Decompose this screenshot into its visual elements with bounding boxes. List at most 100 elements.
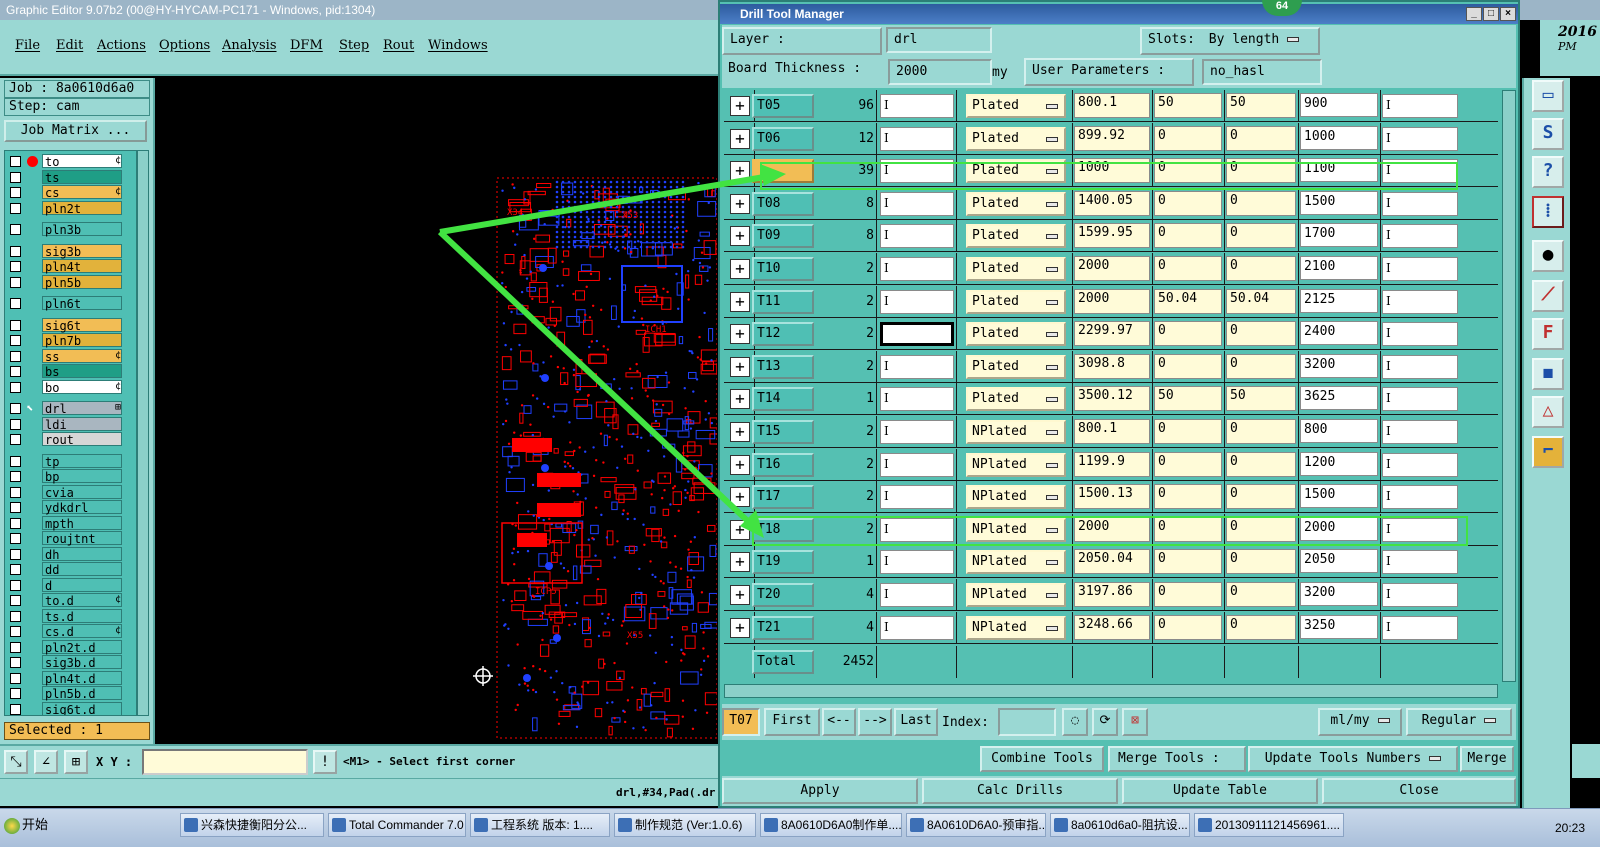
layer-row[interactable]: rout (7, 432, 136, 447)
layer-checkbox[interactable] (10, 403, 21, 414)
finish-size-input[interactable]: 3200 (1300, 353, 1378, 378)
tool-type-option-menu[interactable]: Plated (966, 289, 1066, 314)
warning-icon[interactable]: ! (313, 750, 337, 774)
tool-comment-input[interactable]: I (880, 387, 954, 412)
tol-minus-input[interactable]: 0 (1226, 190, 1296, 216)
layer-checkbox[interactable] (10, 261, 21, 272)
tool-row[interactable]: + T16 2 I NPlated 1199.9 0 0 1200 I (724, 448, 1498, 481)
extra-input[interactable]: I (1382, 94, 1458, 118)
next-button[interactable]: --> (858, 708, 892, 736)
layer-row[interactable]: ydkdrl (7, 500, 136, 515)
tool-comment-input[interactable]: I (880, 224, 954, 249)
tol-minus-input[interactable]: 0 (1226, 451, 1296, 477)
extra-input[interactable]: I (1382, 615, 1458, 640)
apply-button[interactable]: Apply (722, 778, 918, 804)
tool-type-option-menu[interactable]: Plated (966, 257, 1066, 281)
tol-minus-input[interactable]: 50 (1226, 93, 1296, 118)
line-icon[interactable]: ⟋ (1532, 280, 1564, 312)
tol-minus-input[interactable]: 0 (1226, 582, 1296, 607)
layer-checkbox[interactable] (10, 335, 21, 346)
finish-size-input[interactable]: 1700 (1300, 223, 1378, 248)
ff-icon[interactable]: F (1532, 318, 1564, 350)
finish-size-input[interactable]: 1000 (1300, 125, 1378, 150)
tol-plus-input[interactable]: 0 (1154, 223, 1222, 249)
layer-checkbox[interactable] (10, 564, 21, 575)
extra-input[interactable]: I (1382, 387, 1458, 412)
layer-checkbox[interactable] (10, 703, 21, 715)
layer-row[interactable]: pln5b.d (7, 686, 136, 701)
tol-minus-input[interactable]: 0 (1226, 321, 1296, 347)
tol-plus-input[interactable]: 0 (1154, 321, 1222, 347)
tool-table-vertical-scrollbar[interactable] (1502, 90, 1516, 682)
tol-plus-input[interactable]: 0 (1154, 451, 1222, 477)
layer-checkbox[interactable] (10, 418, 21, 430)
tol-minus-input[interactable]: 0 (1226, 353, 1296, 379)
extra-input[interactable]: I (1382, 126, 1458, 151)
prev-button[interactable]: <-- (822, 708, 856, 736)
tool-name[interactable]: T19 (752, 550, 814, 575)
mode-option-menu[interactable]: Regular (1406, 708, 1512, 736)
expand-icon[interactable]: + (730, 324, 750, 345)
tool-comment-input[interactable]: I (880, 126, 954, 151)
expand-icon[interactable]: + (730, 226, 750, 247)
tol-plus-input[interactable]: 0 (1154, 190, 1222, 216)
tool-name[interactable]: T05 (752, 94, 814, 118)
taskbar-item[interactable]: 制作规范 (Ver:1.0.6) (614, 813, 756, 837)
menu-step[interactable]: Step (339, 38, 369, 53)
tool-row[interactable]: + T11 2 I Plated 2000 50.04 50.04 2125 I (724, 285, 1498, 318)
finish-size-input[interactable]: 2125 (1300, 288, 1378, 313)
drill-size-input[interactable]: 2050.04 (1074, 549, 1150, 575)
tol-minus-input[interactable]: 0 (1226, 419, 1296, 444)
help-icon[interactable]: ? (1532, 156, 1564, 188)
taskbar-item[interactable]: 8A0610D6A0制作单.... (760, 813, 902, 837)
layer-row[interactable]: mpth (7, 515, 136, 531)
layer-checkbox[interactable] (10, 641, 21, 653)
layer-row[interactable]: pln2t (7, 200, 136, 216)
layer-row[interactable]: ts.d (7, 608, 136, 624)
tool-name[interactable]: T06 (752, 126, 814, 151)
update-table-button[interactable]: Update Table (1122, 778, 1318, 804)
tool-name[interactable]: T09 (752, 224, 814, 249)
drill-size-input[interactable]: 800.1 (1074, 419, 1150, 444)
menu-rout[interactable]: Rout (383, 38, 414, 53)
finish-size-input[interactable]: 2100 (1300, 256, 1378, 280)
layer-row[interactable]: ss ¢ (7, 348, 136, 364)
layer-checkbox[interactable] (10, 517, 21, 529)
tool-type-option-menu[interactable]: NPlated (966, 615, 1066, 640)
combine-tools-button[interactable]: Combine Tools (980, 746, 1104, 772)
tool-name[interactable]: T08 (752, 191, 814, 216)
tol-plus-input[interactable]: 0 (1154, 484, 1222, 510)
tool-comment-input[interactable]: I (880, 191, 954, 216)
tool-row[interactable]: + T12 2 Plated 2299.97 0 0 2400 I (724, 318, 1498, 351)
menu-file[interactable]: File (15, 38, 40, 53)
tool-name[interactable]: T20 (752, 583, 814, 607)
menu-dfm[interactable]: DFM (290, 38, 323, 53)
layer-row[interactable]: sig3b (7, 243, 136, 259)
tool-comment-input[interactable]: I (880, 289, 954, 314)
xy-input[interactable] (142, 749, 308, 775)
tool-row[interactable]: + T20 4 I NPlated 3197.86 0 0 3200 I (724, 579, 1498, 611)
merge-tools-option-menu[interactable]: Update Tools Numbers (1248, 746, 1458, 772)
menu-actions[interactable]: Actions (97, 38, 146, 53)
tol-plus-input[interactable]: 0 (1154, 353, 1222, 379)
layer-row[interactable]: roujtnt (7, 531, 136, 546)
tol-plus-input[interactable]: 0 (1154, 582, 1222, 607)
first-button[interactable]: First (764, 708, 820, 736)
layer-checkbox[interactable] (10, 595, 21, 606)
tool-comment-input[interactable] (880, 322, 954, 347)
route-tool-icon[interactable]: ⌐ (1532, 436, 1564, 468)
finish-size-input[interactable]: 1200 (1300, 451, 1378, 476)
tool-row[interactable]: + T21 4 I NPlated 3248.66 0 0 3250 I (724, 611, 1498, 644)
layer-row[interactable]: pln3b (7, 222, 136, 237)
drill-size-input[interactable]: 1400.05 (1074, 190, 1150, 216)
layer-checkbox[interactable] (10, 486, 21, 498)
tol-plus-input[interactable]: 50.04 (1154, 288, 1222, 314)
layer-checkbox[interactable] (10, 276, 21, 288)
delete-icon[interactable]: ⊠ (1122, 708, 1148, 736)
finish-size-input[interactable]: 3200 (1300, 582, 1378, 606)
layer-checkbox[interactable] (10, 579, 21, 591)
tol-plus-input[interactable]: 50 (1154, 386, 1222, 412)
tol-minus-input[interactable]: 50.04 (1226, 288, 1296, 314)
shapes-icon[interactable]: ◼ (1532, 358, 1564, 390)
layer-checkbox[interactable] (10, 202, 21, 214)
